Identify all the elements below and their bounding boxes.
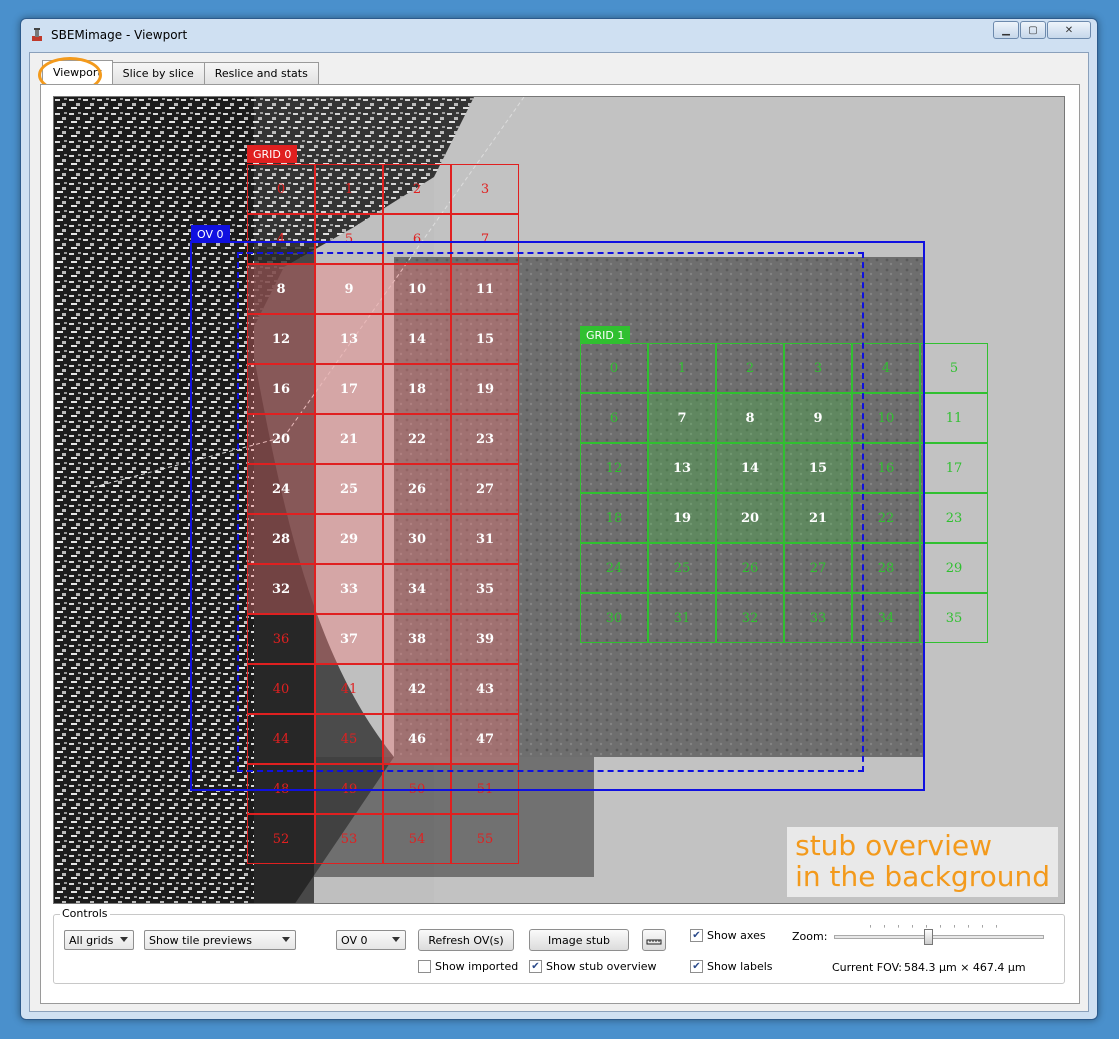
tile-preview-select-value: Show tile previews [149, 933, 252, 947]
grid-tile[interactable]: 17 [920, 443, 988, 493]
checkbox-box [418, 960, 431, 973]
show-stub-overview-label: Show stub overview [546, 960, 657, 973]
minimize-button[interactable]: ▁ [993, 21, 1019, 39]
overview-0-inner-box [237, 252, 864, 772]
annotation-line-2: in the background [795, 860, 1050, 894]
grid-tile[interactable]: 29 [920, 543, 988, 593]
show-imported-label: Show imported [435, 960, 519, 973]
title-bar[interactable]: SBEMimage - Viewport ▁ ▢ ✕ [21, 19, 1097, 53]
grid-tile[interactable]: 54 [383, 814, 451, 864]
grid-0-label: GRID 0 [247, 145, 298, 163]
chevron-down-icon [120, 937, 128, 942]
zoom-slider-ticks [870, 925, 997, 928]
grid-select-value: All grids [69, 933, 114, 947]
tab-reslice-and-stats[interactable]: Reslice and stats [203, 62, 319, 84]
show-labels-checkbox[interactable]: ✔ Show labels [690, 960, 773, 973]
overview-0-label: OV 0 [191, 225, 230, 243]
grid-select-combo[interactable]: All grids [64, 930, 134, 950]
ov-select-combo[interactable]: OV 0 [336, 930, 406, 950]
show-imported-checkbox[interactable]: Show imported [418, 960, 518, 973]
refresh-ov-button[interactable]: Refresh OV(s) [418, 929, 514, 951]
image-stub-button[interactable]: Image stub [529, 929, 629, 951]
maximize-button[interactable]: ▢ [1020, 21, 1046, 39]
checkbox-box: ✔ [529, 960, 542, 973]
ruler-icon [646, 939, 662, 945]
checkbox-box: ✔ [690, 960, 703, 973]
fov-label: Current FOV: [832, 961, 902, 974]
app-window: SBEMimage - Viewport ▁ ▢ ✕ Viewport Slic… [20, 18, 1098, 1020]
grid-tile[interactable]: 52 [247, 814, 315, 864]
grid-tile[interactable]: 53 [315, 814, 383, 864]
app-icon [32, 28, 42, 41]
ov-select-value: OV 0 [341, 933, 368, 947]
fov-value: 584.3 µm × 467.4 µm [904, 961, 1026, 974]
zoom-slider-track[interactable] [834, 935, 1044, 939]
grid-tile[interactable]: 35 [920, 593, 988, 643]
show-labels-label: Show labels [707, 960, 773, 973]
stub-overview-annotation: stub overview in the background [787, 827, 1058, 897]
show-axes-label: Show axes [707, 929, 766, 942]
grid-tile[interactable]: 11 [920, 393, 988, 443]
chevron-down-icon [392, 937, 400, 942]
viewport-canvas[interactable]: GRID 0 0 1 2 3 4 5 6 7 8 9 10 11 12 13 14 15 16 17 18 19 20 2… [53, 96, 1065, 904]
tab-bar: Viewport Slice by slice Reslice and stat… [42, 60, 319, 84]
grid-tile[interactable]: 55 [451, 814, 519, 864]
window-controls: ▁ ▢ ✕ [993, 21, 1091, 39]
grid-tile[interactable]: 0 [247, 164, 315, 214]
annotation-line-1: stub overview [795, 829, 993, 863]
window-title: SBEMimage - Viewport [51, 28, 188, 42]
chevron-down-icon [282, 937, 290, 942]
zoom-label: Zoom: [792, 930, 828, 943]
checkbox-box: ✔ [690, 929, 703, 942]
show-stub-overview-checkbox[interactable]: ✔ Show stub overview [529, 960, 657, 973]
grid-tile[interactable]: 5 [920, 343, 988, 393]
window-client: Viewport Slice by slice Reslice and stat… [29, 52, 1089, 1012]
zoom-slider-handle[interactable] [924, 929, 933, 945]
grid-tile[interactable]: 23 [920, 493, 988, 543]
tab-slice-by-slice[interactable]: Slice by slice [111, 62, 205, 84]
viewport-tab-panel: GRID 0 0 1 2 3 4 5 6 7 8 9 10 11 12 13 14 15 16 17 18 19 20 2… [40, 84, 1080, 1004]
controls-group: Controls All grids Show tile previews OV… [53, 907, 1065, 984]
grid-tile[interactable]: 1 [315, 164, 383, 214]
controls-group-label: Controls [60, 907, 110, 920]
close-button[interactable]: ✕ [1047, 21, 1091, 39]
grid-tile[interactable]: 2 [383, 164, 451, 214]
tile-preview-select-combo[interactable]: Show tile previews [144, 930, 296, 950]
grid-tile[interactable]: 3 [451, 164, 519, 214]
measure-ruler-button[interactable] [642, 929, 666, 951]
tab-viewport[interactable]: Viewport [42, 60, 113, 84]
show-axes-checkbox[interactable]: ✔ Show axes [690, 929, 766, 942]
